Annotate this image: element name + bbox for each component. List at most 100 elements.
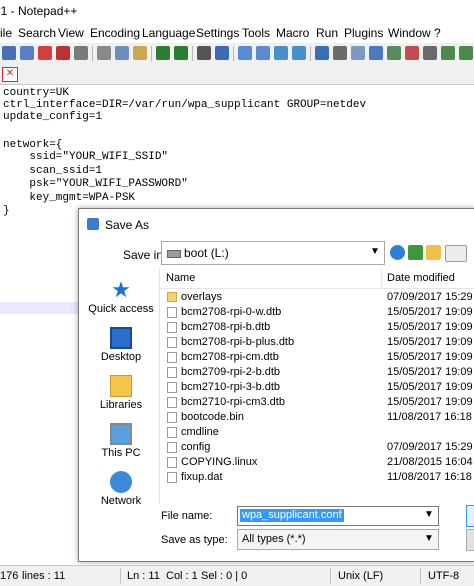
column-header-name[interactable]: Name: [166, 272, 195, 284]
save-as-type-label: Save as type:: [161, 534, 228, 546]
macro-stop-icon[interactable]: [423, 46, 437, 60]
show-all-chars-icon[interactable]: [333, 46, 347, 60]
file-row[interactable]: bcm2710-rpi-cm3.dtb 15/05/2017 19:09: [160, 395, 474, 410]
place-label: Libraries: [99, 399, 143, 411]
file-row[interactable]: config 07/09/2017 15:29: [160, 440, 474, 455]
file-row[interactable]: fixup.dat 11/08/2017 16:18: [160, 470, 474, 485]
status-length: 176: [0, 570, 19, 582]
macro-record-icon[interactable]: [405, 46, 419, 60]
file-icon: [167, 382, 177, 393]
file-icon: [167, 307, 177, 318]
file-icon: [167, 472, 177, 483]
close-file-icon[interactable]: [38, 46, 52, 60]
find-icon[interactable]: [197, 46, 211, 60]
macro-play-icon[interactable]: [441, 46, 455, 60]
chevron-down-icon[interactable]: ▼: [424, 509, 434, 520]
back-icon[interactable]: [390, 245, 405, 260]
menu-search[interactable]: Search: [18, 26, 56, 40]
up-folder-icon[interactable]: [408, 245, 423, 260]
menu-encoding[interactable]: Encoding: [90, 26, 140, 40]
menu-run[interactable]: Run: [316, 26, 338, 40]
code-line: }: [3, 205, 10, 217]
column-divider[interactable]: [381, 269, 382, 289]
close-all-icon[interactable]: [56, 46, 70, 60]
file-name: config: [181, 441, 211, 453]
file-row[interactable]: overlays 07/09/2017 15:29: [160, 290, 474, 305]
place-desktop[interactable]: Desktop: [83, 327, 159, 363]
menu-language[interactable]: Language: [142, 26, 195, 40]
zoom-out-icon[interactable]: [256, 46, 270, 60]
column-header-date[interactable]: Date modified: [387, 272, 455, 284]
file-icon: [167, 427, 177, 438]
file-date: 15/05/2017 19:09: [387, 396, 473, 408]
file-list[interactable]: Name Date modified overlays 07/09/2017 1…: [159, 269, 474, 503]
copy-icon[interactable]: [115, 46, 129, 60]
computer-icon: [110, 423, 132, 445]
file-icon: [167, 322, 177, 333]
sync-vertical-icon[interactable]: [274, 46, 288, 60]
menu-plugins[interactable]: Plugins: [344, 26, 383, 40]
file-row[interactable]: bcm2708-rpi-cm.dtb 15/05/2017 19:09: [160, 350, 474, 365]
cut-icon[interactable]: [97, 46, 111, 60]
menu-tools[interactable]: Tools: [242, 26, 270, 40]
view-menu-icon[interactable]: [445, 245, 467, 262]
doc-map-icon[interactable]: [369, 46, 383, 60]
save-button[interactable]: [466, 505, 474, 527]
save-as-icon: [87, 218, 99, 230]
menu-window[interactable]: Window: [388, 26, 431, 40]
save-all-icon[interactable]: [20, 46, 34, 60]
sync-horizontal-icon[interactable]: [292, 46, 306, 60]
status-selection: Sel : 0 | 0: [201, 570, 248, 582]
function-list-icon[interactable]: [387, 46, 401, 60]
menu-settings[interactable]: Settings: [196, 26, 239, 40]
file-row[interactable]: bcm2710-rpi-3-b.dtb 15/05/2017 19:09: [160, 380, 474, 395]
title-bar: *1 - Notepad++: [0, 0, 474, 24]
paste-icon[interactable]: [133, 46, 147, 60]
save-in-dropdown[interactable]: boot (L:) ▼: [161, 241, 385, 265]
menu-view[interactable]: View: [58, 26, 84, 40]
redo-icon[interactable]: [174, 46, 188, 60]
chevron-down-icon: ▼: [424, 533, 434, 544]
toolbar-separator: [310, 46, 311, 61]
dialog-title-bar: Save As: [79, 209, 474, 239]
place-quick-access[interactable]: ★ Quick access: [83, 279, 159, 316]
indent-guide-icon[interactable]: [351, 46, 365, 60]
file-row[interactable]: cmdline: [160, 425, 474, 440]
file-row[interactable]: bcm2708-rpi-0-w.dtb 15/05/2017 19:09: [160, 305, 474, 320]
file-row[interactable]: bcm2708-rpi-b-plus.dtb 15/05/2017 19:09: [160, 335, 474, 350]
file-row[interactable]: bootcode.bin 11/08/2017 16:18: [160, 410, 474, 425]
place-network[interactable]: Network: [83, 471, 159, 507]
undo-icon[interactable]: [156, 46, 170, 60]
print-icon[interactable]: [74, 46, 88, 60]
file-name-input[interactable]: wpa_supplicant.conf ▼: [237, 506, 439, 526]
file-name: COPYING.linux: [181, 456, 258, 468]
file-name: bcm2710-rpi-cm3.dtb: [181, 396, 285, 408]
menu-macro[interactable]: Macro: [276, 26, 309, 40]
file-date: 15/05/2017 19:09: [387, 366, 473, 378]
save-icon[interactable]: [2, 46, 16, 60]
file-date: 15/05/2017 19:09: [387, 351, 473, 363]
file-name-value: wpa_supplicant.conf: [240, 509, 344, 522]
save-as-type-dropdown[interactable]: All types (*.*) ▼: [237, 529, 439, 550]
replace-icon[interactable]: [215, 46, 229, 60]
place-this-pc[interactable]: This PC: [83, 423, 159, 459]
status-line-number: Ln : 11: [127, 570, 160, 582]
file-row[interactable]: bcm2709-rpi-2-b.dtb 15/05/2017 19:09: [160, 365, 474, 380]
file-icon: [167, 412, 177, 423]
menu-file[interactable]: ile: [0, 26, 12, 40]
file-row[interactable]: bcm2708-rpi-b.dtb 15/05/2017 19:09: [160, 320, 474, 335]
places-bar: ★ Quick access Desktop Libraries This PC…: [83, 269, 159, 507]
word-wrap-icon[interactable]: [315, 46, 329, 60]
macro-run-multiple-icon[interactable]: [459, 46, 473, 60]
close-icon[interactable]: ✕: [2, 67, 18, 82]
menu-bar: ile Search View Encoding Language Settin…: [0, 23, 474, 43]
file-icon: [167, 442, 177, 453]
file-name-label: File name:: [161, 510, 213, 522]
new-folder-icon[interactable]: [426, 245, 441, 260]
status-column: Col : 1: [166, 570, 198, 582]
zoom-in-icon[interactable]: [238, 46, 252, 60]
place-libraries[interactable]: Libraries: [83, 375, 159, 411]
cancel-button[interactable]: [466, 529, 474, 551]
file-row[interactable]: COPYING.linux 21/08/2015 16:04: [160, 455, 474, 470]
menu-help[interactable]: ?: [434, 26, 441, 40]
